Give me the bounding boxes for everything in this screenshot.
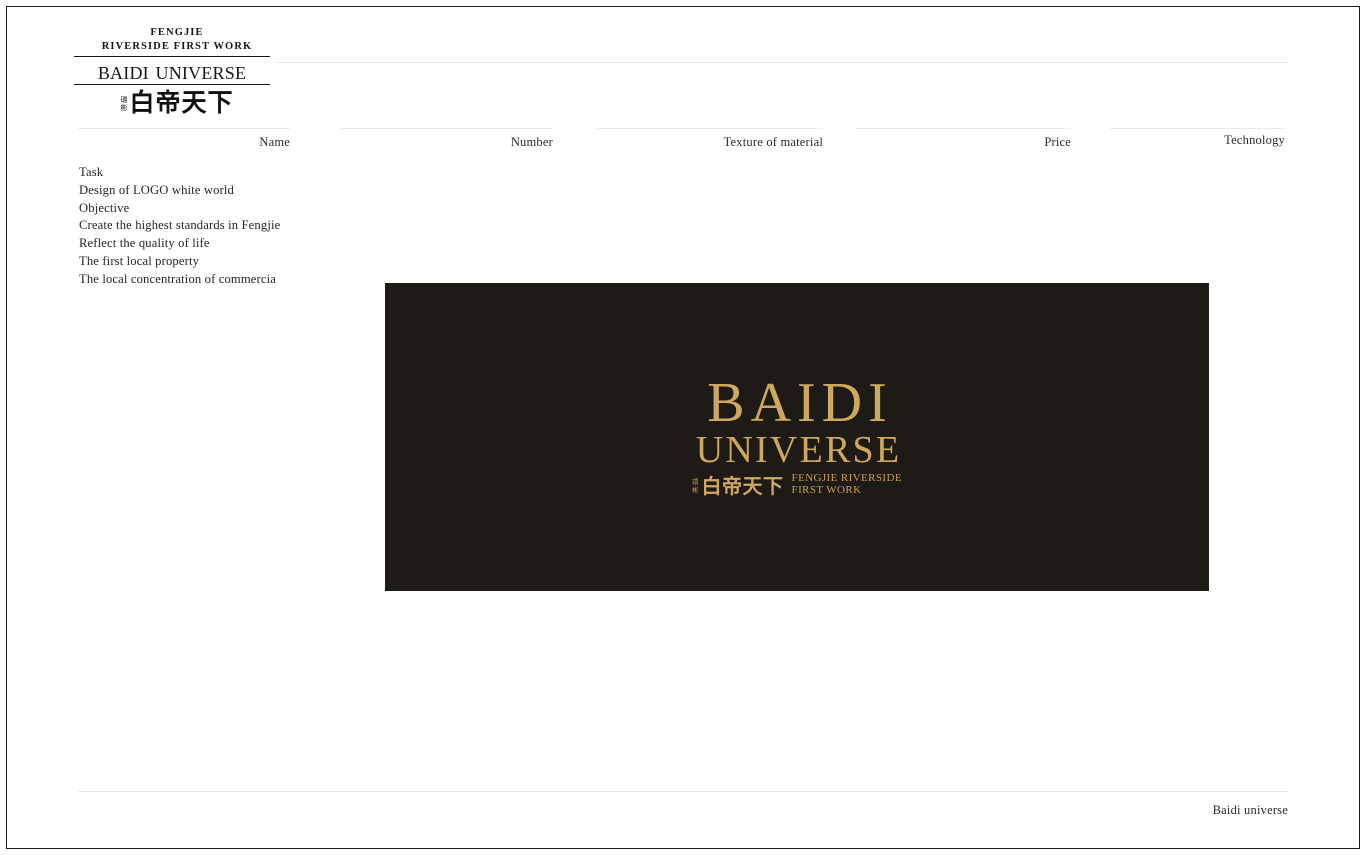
brand-chinese-row: 環 彬 白帝天下 xyxy=(72,90,282,116)
logo-chinese-main: 白帝天下 xyxy=(701,474,784,498)
column-header-number: Number xyxy=(340,128,553,158)
column-header-price: Price xyxy=(855,128,1071,158)
column-header-name: Name xyxy=(78,128,290,158)
list-item: Task xyxy=(79,165,104,179)
column-label-number: Number xyxy=(510,135,553,149)
footer-divider-rule xyxy=(78,791,1288,792)
list-item: Reflect the quality of life xyxy=(79,236,210,251)
logo-lockup-gold: BAIDI UNIVERSE 環 彬 白帝天下 FENGJIE RIVERSID… xyxy=(692,372,902,498)
column-label-texture-of-material: Texture of material xyxy=(723,135,823,149)
logo-chinese-small-bottom: 彬 xyxy=(692,485,699,494)
header-divider-rule xyxy=(277,62,1288,63)
logo-bottom-row: 環 彬 白帝天下 FENGJIE RIVERSIDE FIRST WORK xyxy=(692,472,902,498)
column-label-name: Name xyxy=(259,135,290,149)
list-item: The first local property xyxy=(79,253,200,268)
list-item: Design of LOGO white world xyxy=(79,182,235,197)
column-label-price: Price xyxy=(1044,135,1071,149)
footer-label: Baidi universe xyxy=(1212,803,1288,817)
column-rule-texture-of-material xyxy=(597,128,823,129)
column-header-texture-of-material: Texture of material xyxy=(597,128,823,158)
column-rule-name xyxy=(78,128,290,129)
logo-title-baidi: BAIDI xyxy=(707,372,893,434)
project-brief-list: Task Design of LOGO white world Objectiv… xyxy=(79,164,409,289)
brand-name-rule-wrap: BAIDI UNIVERSE xyxy=(74,56,270,85)
column-header-strip: Name Number Texture of material Price Te… xyxy=(0,128,1366,158)
column-rule-technology xyxy=(1110,128,1285,129)
presentation-page: FENGJIE RIVERSIDE FIRST WORK BAIDI UNIVE… xyxy=(0,0,1366,855)
column-rule-number xyxy=(340,128,553,129)
brand-chinese-small-bottom: 彬 xyxy=(120,104,128,112)
column-rule-price xyxy=(855,128,1071,129)
brand-logo-lockup: FENGJIE RIVERSIDE FIRST WORK BAIDI UNIVE… xyxy=(72,26,282,116)
brand-chinese-small-top: 環 xyxy=(120,96,128,104)
brand-chinese-small: 環 彬 xyxy=(120,96,127,116)
list-item: Objective xyxy=(79,200,130,215)
brand-name-chinese: 白帝天下 xyxy=(129,88,234,117)
brand-name-english: BAIDI UNIVERSE xyxy=(97,56,247,85)
logo-chinese-small: 環 彬 xyxy=(692,478,699,497)
logo-english-line2: FIRST WORK xyxy=(791,483,862,496)
logo-title-universe: UNIVERSE xyxy=(695,429,902,471)
brand-tagline-line2: RIVERSIDE FIRST WORK xyxy=(101,41,253,52)
logo-english-side: FENGJIE RIVERSIDE FIRST WORK xyxy=(791,472,902,497)
logo-english-line1: FENGJIE RIVERSIDE xyxy=(791,472,902,484)
column-header-technology: Technology xyxy=(1110,128,1285,158)
logo-showcase-panel: BAIDI UNIVERSE 環 彬 白帝天下 FENGJIE RIVERSID… xyxy=(385,283,1209,591)
brand-tagline-line1: FENGJIE xyxy=(150,27,204,38)
list-item: Create the highest standards in Fengjie xyxy=(79,218,281,233)
list-item: The local concentration of commercia xyxy=(79,271,277,286)
column-label-technology: Technology xyxy=(1224,133,1285,147)
